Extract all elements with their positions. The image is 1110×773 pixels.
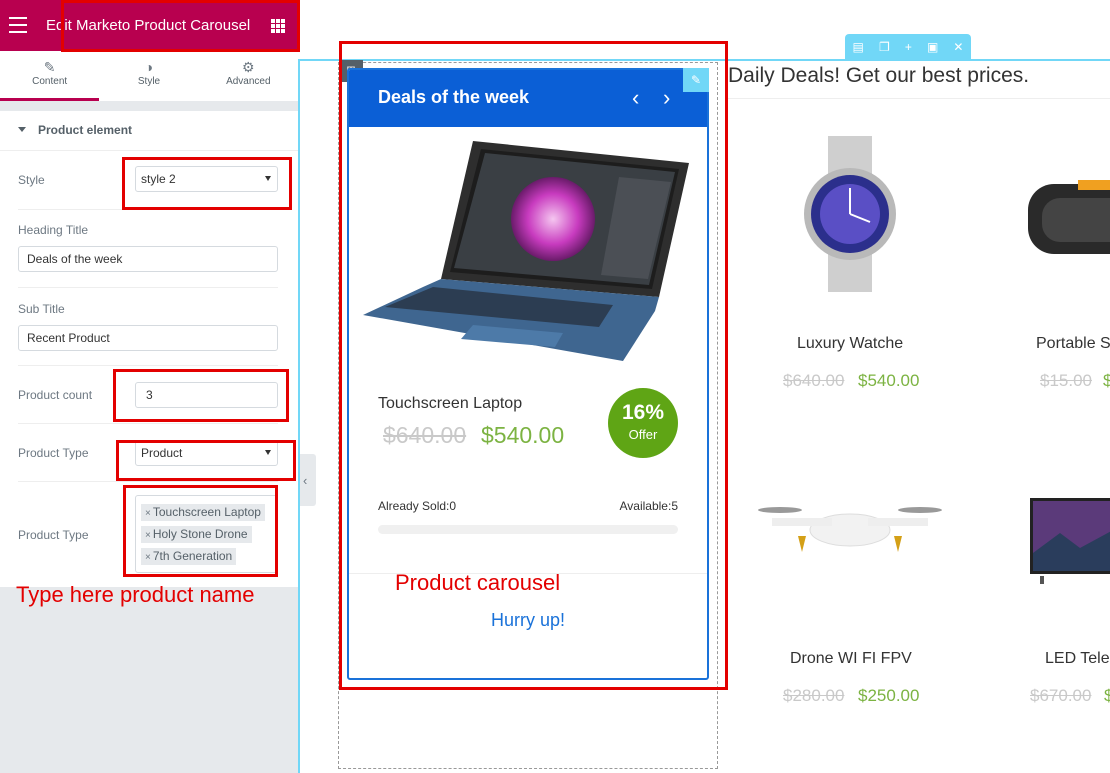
annotation-box: [116, 440, 296, 481]
watch-image[interactable]: [800, 136, 900, 292]
product-list-label: Product Type: [18, 528, 89, 542]
drone-image[interactable]: [758, 496, 942, 562]
speaker-image[interactable]: [1028, 178, 1110, 258]
divider: [18, 287, 278, 288]
daily-deals-title: Daily Deals! Get our best prices.: [728, 64, 1030, 87]
old-price: $280.00: [783, 686, 845, 705]
new-price: $: [1104, 686, 1110, 705]
old-price: $670.00: [1030, 686, 1092, 705]
product-count-label: Product count: [18, 388, 93, 402]
product-name[interactable]: Drone WI FI FPV: [790, 650, 912, 668]
contrast-icon: ◑: [144, 59, 154, 75]
section-product-element[interactable]: Product element: [0, 111, 298, 151]
tab-label: Style: [137, 76, 161, 87]
tab-label: Content: [32, 76, 68, 87]
heading-title-label: Heading Title: [18, 223, 89, 237]
menu-icon[interactable]: [9, 17, 27, 33]
new-price: $540.00: [858, 371, 920, 390]
annotation-box: [339, 41, 728, 690]
close-icon[interactable]: ✕: [953, 40, 963, 54]
product-type-label: Product Type: [18, 446, 89, 460]
divider: [18, 481, 278, 482]
annotation-hint: Type here product name: [16, 582, 255, 607]
old-price: $640.00: [783, 371, 845, 390]
heading-title-input[interactable]: Deals of the week: [18, 246, 278, 272]
product-name[interactable]: Luxury Watche: [797, 335, 903, 353]
divider: [728, 98, 1110, 99]
add-icon[interactable]: +: [905, 40, 912, 54]
tab-content[interactable]: ✎ Content: [0, 51, 100, 101]
annotation-box: [61, 0, 300, 52]
duplicate-icon[interactable]: ❐: [879, 40, 890, 54]
divider: [18, 423, 278, 424]
tv-image[interactable]: [1030, 498, 1110, 584]
editor-screen: Edit Marketo Product Carousel ✎ Content …: [0, 0, 1110, 773]
annotation-box: [123, 485, 278, 577]
pencil-icon: ✎: [43, 59, 56, 75]
product-name[interactable]: Portable S: [1036, 335, 1110, 353]
annotation-box: [113, 369, 289, 422]
style-label: Style: [18, 173, 45, 187]
columns-icon[interactable]: ▤: [853, 40, 864, 54]
tab-label: Advanced: [226, 76, 271, 87]
new-price: $250.00: [858, 686, 920, 705]
sub-title-label: Sub Title: [18, 302, 65, 316]
tab-style[interactable]: ◑ Style: [99, 51, 198, 101]
new-price: $: [1103, 371, 1110, 390]
annotation-box: [122, 157, 292, 210]
sub-title-input[interactable]: Recent Product: [18, 325, 278, 351]
panel-tabs: ✎ Content ◑ Style ⚙ Advanced: [0, 51, 298, 101]
gear-icon: ⚙: [242, 59, 255, 75]
tab-advanced[interactable]: ⚙ Advanced: [199, 51, 298, 101]
caret-down-icon: [18, 127, 26, 132]
section-toolbar: ▤ ❐ + ▣ ✕: [845, 34, 971, 59]
section-title: Product element: [38, 123, 133, 137]
save-icon[interactable]: ▣: [927, 40, 938, 54]
old-price: $15.00: [1040, 371, 1092, 390]
product-name[interactable]: LED Tele: [1045, 650, 1110, 668]
divider: [18, 365, 278, 366]
